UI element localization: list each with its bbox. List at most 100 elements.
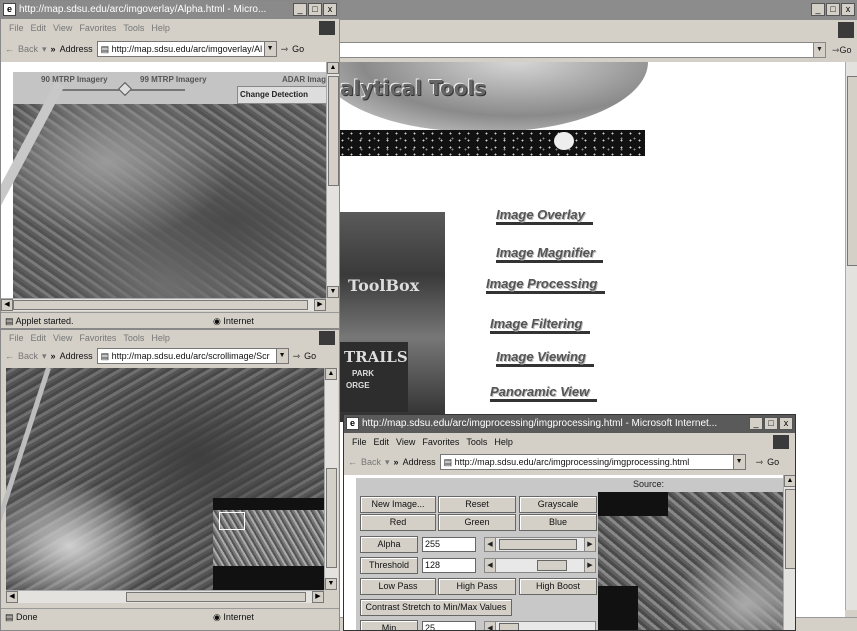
scroll-left-arrow[interactable]: ◀: [1, 299, 13, 311]
slider-left-arrow[interactable]: ◀: [485, 559, 496, 572]
overlay-horizontal-scrollbar[interactable]: ◀ ▶: [1, 298, 326, 311]
more-buttons-icon[interactable]: »: [51, 38, 56, 60]
go-arrow-icon[interactable]: ⇾: [756, 451, 764, 473]
slider-right-arrow[interactable]: ▶: [584, 538, 595, 551]
slider-left-arrow[interactable]: ◀: [485, 538, 496, 551]
alpha-slider-thumb[interactable]: [499, 539, 577, 550]
menu-help[interactable]: Help: [151, 20, 170, 36]
go-arrow-icon[interactable]: ⇾: [293, 345, 301, 367]
alpha-slider[interactable]: ◀ ▶: [484, 537, 596, 552]
scroll-vertical-scrollbar[interactable]: ▲ ▼: [324, 368, 338, 590]
scroll-go-button[interactable]: Go: [304, 345, 316, 367]
scroll-vscroll-thumb[interactable]: [326, 468, 337, 568]
nav-link-image-processing[interactable]: Image Processing: [486, 276, 606, 294]
overlay-address-dropdown[interactable]: ▼: [263, 42, 276, 56]
processing-close-button[interactable]: x: [779, 417, 793, 430]
bg-address-dropdown[interactable]: ▼: [813, 43, 825, 57]
scroll-up-arrow[interactable]: ▲: [784, 475, 795, 487]
menu-view[interactable]: View: [396, 434, 415, 450]
more-buttons-icon[interactable]: »: [394, 451, 399, 473]
menu-tools[interactable]: Tools: [123, 20, 144, 36]
threshold-button[interactable]: Threshold: [360, 557, 418, 574]
grayscale-button[interactable]: Grayscale: [519, 496, 597, 513]
chevron-down-icon[interactable]: ▾: [42, 38, 47, 60]
go-arrow-icon[interactable]: ⇾: [281, 38, 289, 60]
menu-help[interactable]: Help: [494, 434, 513, 450]
scroll-up-arrow[interactable]: ▲: [327, 62, 339, 74]
scroll-right-arrow[interactable]: ▶: [314, 299, 326, 311]
new-image-button[interactable]: New Image...: [360, 496, 436, 513]
menu-favorites[interactable]: Favorites: [79, 20, 116, 36]
scroll-up-arrow[interactable]: ▲: [325, 368, 337, 380]
overview-map-thumbnail[interactable]: [213, 498, 324, 590]
contrast-stretch-button[interactable]: Contrast Stretch to Min/Max Values: [360, 599, 512, 616]
high-boost-button[interactable]: High Boost: [519, 578, 597, 595]
min-button[interactable]: Min: [360, 620, 418, 630]
scroll-address-dropdown[interactable]: ▼: [275, 349, 288, 363]
menu-edit[interactable]: Edit: [31, 330, 47, 346]
threshold-value-field[interactable]: 128: [422, 558, 476, 573]
bg-go-button[interactable]: ⇾Go: [832, 43, 852, 57]
overview-view-rectangle[interactable]: [219, 512, 245, 530]
bg-scroll-thumb[interactable]: [847, 76, 857, 266]
overlay-vertical-scrollbar[interactable]: ▲ ▼: [326, 62, 339, 298]
menu-tools[interactable]: Tools: [123, 330, 144, 346]
reset-button[interactable]: Reset: [438, 496, 516, 513]
min-value-field[interactable]: 25: [422, 621, 476, 630]
blue-button[interactable]: Blue: [519, 514, 597, 531]
scroll-horizontal-scrollbar[interactable]: ◀ ▶: [6, 590, 324, 603]
menu-view[interactable]: View: [53, 330, 72, 346]
scroll-address-field[interactable]: ▤ http://map.sdsu.edu/arc/scrollimage/Sc…: [96, 348, 289, 364]
processing-maximize-button[interactable]: □: [764, 417, 778, 430]
scroll-hscroll-thumb[interactable]: [126, 592, 306, 602]
nav-link-image-viewing[interactable]: Image Viewing: [496, 349, 594, 367]
nav-link-image-magnifier[interactable]: Image Magnifier: [496, 245, 603, 263]
menu-favorites[interactable]: Favorites: [422, 434, 459, 450]
overlay-hscroll-thumb[interactable]: [13, 300, 308, 310]
overlay-back-button[interactable]: Back: [18, 38, 38, 60]
processing-address-field[interactable]: ▤ http://map.sdsu.edu/arc/imgprocessing/…: [439, 454, 746, 470]
menu-file[interactable]: File: [9, 330, 24, 346]
high-pass-button[interactable]: High Pass: [438, 578, 516, 595]
processing-scroll-thumb[interactable]: [785, 489, 795, 569]
scroll-down-arrow[interactable]: ▼: [325, 578, 337, 590]
overlay-go-button[interactable]: Go: [292, 38, 304, 60]
processing-go-button[interactable]: Go: [767, 451, 779, 473]
min-slider-thumb[interactable]: [499, 623, 519, 630]
scrollable-aerial-image[interactable]: [1, 367, 324, 598]
nav-link-image-filtering[interactable]: Image Filtering: [490, 316, 591, 334]
bg-restore-button[interactable]: □: [826, 3, 840, 16]
processing-address-dropdown[interactable]: ▼: [732, 455, 745, 469]
imagery-slider-thumb[interactable]: [117, 81, 133, 97]
alpha-button[interactable]: Alpha: [360, 536, 418, 553]
scroll-right-arrow[interactable]: ▶: [312, 591, 324, 603]
bg-close-button[interactable]: x: [841, 3, 855, 16]
menu-file[interactable]: File: [352, 434, 367, 450]
scroll-back-button[interactable]: Back: [18, 345, 38, 367]
overlay-scroll-thumb[interactable]: [328, 76, 339, 186]
processing-back-button[interactable]: Back: [361, 451, 381, 473]
overlay-close-button[interactable]: x: [323, 3, 337, 16]
slider-right-arrow[interactable]: ▶: [584, 559, 595, 572]
slider-left-arrow[interactable]: ◀: [485, 622, 496, 630]
change-detection-button[interactable]: Change Detection: [237, 86, 327, 104]
min-slider[interactable]: ◀: [484, 621, 596, 630]
chevron-down-icon[interactable]: ▾: [385, 451, 390, 473]
scroll-left-arrow[interactable]: ◀: [6, 591, 18, 603]
low-pass-button[interactable]: Low Pass: [360, 578, 436, 595]
menu-tools[interactable]: Tools: [466, 434, 487, 450]
scroll-down-arrow[interactable]: ▼: [327, 286, 339, 298]
more-buttons-icon[interactable]: »: [51, 345, 56, 367]
chevron-down-icon[interactable]: ▾: [42, 345, 47, 367]
menu-view[interactable]: View: [53, 20, 72, 36]
nav-link-image-overlay[interactable]: Image Overlay: [496, 207, 593, 225]
threshold-slider[interactable]: ◀ ▶: [484, 558, 596, 573]
menu-edit[interactable]: Edit: [374, 434, 390, 450]
overlay-maximize-button[interactable]: □: [308, 3, 322, 16]
menu-edit[interactable]: Edit: [31, 20, 47, 36]
threshold-slider-thumb[interactable]: [537, 560, 567, 571]
menu-help[interactable]: Help: [151, 330, 170, 346]
bg-minimize-button[interactable]: _: [811, 3, 825, 16]
menu-file[interactable]: File: [9, 20, 24, 36]
alpha-value-field[interactable]: 255: [422, 537, 476, 552]
